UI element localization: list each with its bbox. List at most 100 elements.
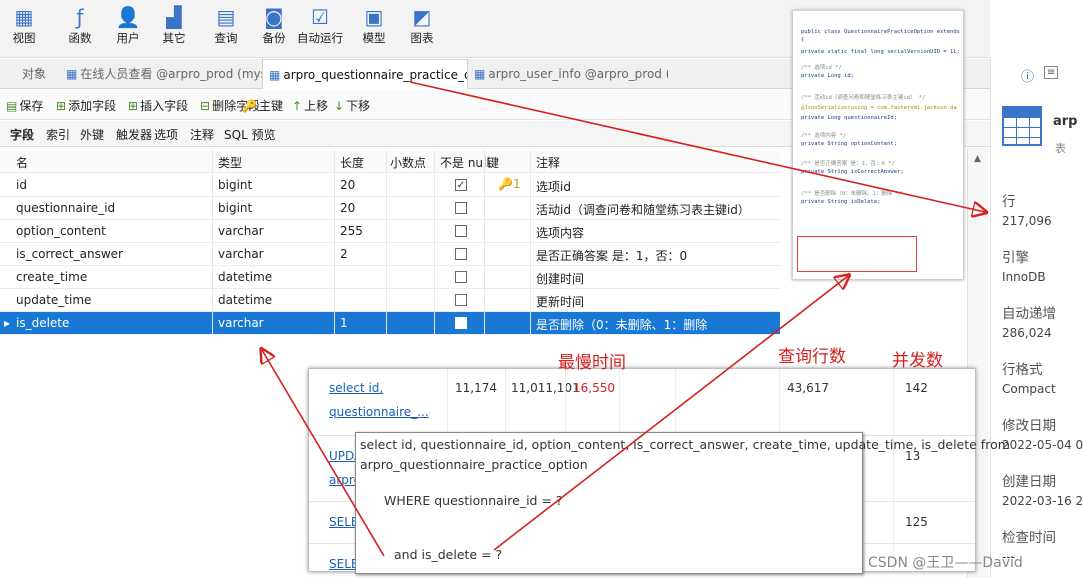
table-row[interactable]: update_time datetime 更新时间 bbox=[0, 289, 780, 312]
prop-value: 2022-05-04 08 bbox=[1002, 438, 1083, 452]
save-button[interactable]: ▤ 保存 bbox=[6, 97, 43, 114]
toolbar-backup-button[interactable]: ◙ 备份 bbox=[250, 4, 298, 46]
other-icon: ▟ bbox=[166, 5, 182, 29]
cell-name[interactable]: create_time bbox=[16, 270, 87, 284]
code-line: @JsonSerialize(using = com.fasterxml.jac… bbox=[801, 105, 957, 111]
cell-type[interactable]: bigint bbox=[218, 201, 252, 215]
cell-name[interactable]: is_delete bbox=[16, 316, 69, 330]
cell-type[interactable]: varchar bbox=[218, 247, 264, 261]
code-line: { bbox=[801, 37, 805, 43]
table-row[interactable]: create_time datetime 创建时间 bbox=[0, 266, 780, 289]
tab-label: arpro_user_info @arpro_prod (mysq... bbox=[488, 67, 668, 81]
table-row[interactable]: ▸ is_delete varchar 1 是否删除（0：未删除、1：删除 bbox=[0, 312, 780, 335]
toolbar-label: 其它 bbox=[162, 31, 186, 45]
stat-concurrency: 125 bbox=[905, 515, 928, 529]
subtab-3[interactable]: 触发器 bbox=[116, 126, 152, 143]
ddl-icon[interactable]: ≡ bbox=[1044, 66, 1059, 79]
cell-type[interactable]: varchar bbox=[218, 316, 264, 330]
cell-len[interactable]: 255 bbox=[340, 224, 363, 238]
cell-len[interactable]: 20 bbox=[340, 201, 355, 215]
user-icon: 👤 bbox=[115, 5, 141, 29]
action-label: 上移 bbox=[304, 99, 329, 113]
not-null-checkbox[interactable] bbox=[455, 317, 467, 329]
code-line: public class QuestionnairePracticeOption… bbox=[801, 29, 964, 35]
cell-comment[interactable]: 创建时间 bbox=[536, 270, 584, 287]
backup-icon: ◙ bbox=[264, 5, 284, 29]
subtab-4[interactable]: 选项 bbox=[154, 126, 178, 143]
sql-link[interactable]: select id, bbox=[329, 381, 383, 395]
column-header[interactable]: 注释 bbox=[536, 154, 560, 171]
column-header[interactable]: 键 bbox=[487, 154, 499, 171]
cell-name[interactable]: is_correct_answer bbox=[16, 247, 123, 261]
toolbar-autorun-button[interactable]: ☑ 自动运行 bbox=[296, 4, 344, 46]
table-row[interactable]: id bigint 20 ✓ 🔑1 选项id bbox=[0, 174, 780, 197]
not-null-checkbox[interactable] bbox=[455, 294, 467, 306]
column-header[interactable]: 类型 bbox=[218, 154, 242, 171]
toolbar-model-button[interactable]: ▣ 模型 bbox=[350, 4, 398, 46]
table-row[interactable]: questionnaire_id bigint 20 活动id（调查问卷和随堂练习表主… bbox=[0, 197, 780, 220]
column-header[interactable]: 不是 null bbox=[440, 154, 490, 171]
cell-len[interactable]: 2 bbox=[340, 247, 348, 261]
column-header[interactable]: 名 bbox=[16, 154, 28, 171]
cell-name[interactable]: option_content bbox=[16, 224, 106, 238]
move-down-button[interactable]: ↓ 下移 bbox=[334, 97, 370, 114]
tab-1[interactable]: ▦在线人员查看 @arpro_prod (mysql.d... bbox=[60, 59, 262, 89]
code-line: private static final long serialVersionU… bbox=[801, 49, 960, 55]
insert-field-icon: ⊞ bbox=[128, 99, 139, 113]
cell-comment[interactable]: 选项id bbox=[536, 178, 571, 195]
table-tab-icon: ▦ bbox=[66, 67, 78, 81]
grid-header: 名 类型 长度 小数点 不是 null 键 注释 bbox=[0, 150, 780, 173]
cell-comment[interactable]: 更新时间 bbox=[536, 293, 584, 310]
column-header[interactable]: 小数点 bbox=[390, 154, 426, 171]
cell-type[interactable]: datetime bbox=[218, 270, 272, 284]
info-icon[interactable]: ⓘ bbox=[1021, 66, 1034, 85]
not-null-checkbox[interactable]: ✓ bbox=[455, 179, 467, 191]
tooltip-line-3: WHERE questionnaire_id = ? bbox=[384, 493, 563, 508]
cell-name[interactable]: id bbox=[16, 178, 27, 192]
cell-len[interactable]: 1 bbox=[340, 316, 348, 330]
toolbar-query-button[interactable]: ▤ 查询 bbox=[202, 4, 250, 46]
cell-comment[interactable]: 活动id（调查问卷和随堂练习表主键id） bbox=[536, 201, 750, 218]
subtab-2[interactable]: 外键 bbox=[80, 126, 104, 143]
cell-len[interactable]: 20 bbox=[340, 178, 355, 192]
sql-link[interactable]: questionnaire_... bbox=[329, 405, 429, 419]
toolbar-user-button[interactable]: 👤 用户 bbox=[104, 4, 152, 46]
annotation-rows: 查询行数 bbox=[778, 347, 846, 367]
subtab-5[interactable]: 注释 bbox=[190, 126, 214, 143]
tab-2[interactable]: ▦arpro_questionnaire_practice_optio... bbox=[262, 59, 468, 89]
column-header[interactable]: 长度 bbox=[340, 154, 364, 171]
cell-type[interactable]: bigint bbox=[218, 178, 252, 192]
cell-type[interactable]: varchar bbox=[218, 224, 264, 238]
toolbar-function-button[interactable]: ƒ 函数 bbox=[56, 4, 104, 46]
not-null-checkbox[interactable] bbox=[455, 202, 467, 214]
tab-3[interactable]: ▦arpro_user_info @arpro_prod (mysq... bbox=[468, 59, 668, 89]
cell-type[interactable]: datetime bbox=[218, 293, 272, 307]
cell-name[interactable]: questionnaire_id bbox=[16, 201, 115, 215]
table-row[interactable]: is_correct_answer varchar 2 是否正确答案 是：1，否：0 bbox=[0, 243, 780, 266]
subtab-0[interactable]: 字段 bbox=[10, 126, 34, 143]
toolbar-other-button[interactable]: ▟ 其它 bbox=[150, 4, 198, 46]
subtab-6[interactable]: SQL 预览 bbox=[224, 126, 276, 143]
delete-field-icon: ⊟ bbox=[200, 99, 211, 113]
code-line: /** 是否删除（0：未删除、1：删除 */ bbox=[801, 191, 903, 197]
scroll-up-icon[interactable]: ▲ bbox=[974, 154, 981, 164]
action-label: 保存 bbox=[19, 99, 44, 113]
primary-key-button[interactable]: 🔑 主键 bbox=[242, 97, 283, 114]
not-null-checkbox[interactable] bbox=[455, 271, 467, 283]
cell-name[interactable]: update_time bbox=[16, 293, 91, 307]
toolbar-view-button[interactable]: ▦ 视图 bbox=[0, 4, 48, 46]
add-field-button[interactable]: ⊞ 添加字段 bbox=[56, 97, 116, 114]
tab-0[interactable]: 对象 bbox=[10, 59, 56, 89]
subtab-1[interactable]: 索引 bbox=[46, 126, 70, 143]
cell-comment[interactable]: 是否正确答案 是：1，否：0 bbox=[536, 247, 687, 264]
insert-field-button[interactable]: ⊞ 插入字段 bbox=[128, 97, 188, 114]
cell-comment[interactable]: 选项内容 bbox=[536, 224, 584, 241]
not-null-checkbox[interactable] bbox=[455, 225, 467, 237]
function-icon: ƒ bbox=[76, 5, 84, 29]
not-null-checkbox[interactable] bbox=[455, 248, 467, 260]
toolbar-chart-button[interactable]: ◩ 图表 bbox=[398, 4, 446, 46]
code-line: /** 是否正确答案 是：1，否：0 */ bbox=[801, 161, 895, 167]
cell-comment[interactable]: 是否删除（0：未删除、1：删除 bbox=[536, 316, 707, 333]
move-up-button[interactable]: ↑ 上移 bbox=[292, 97, 328, 114]
table-row[interactable]: option_content varchar 255 选项内容 bbox=[0, 220, 780, 243]
